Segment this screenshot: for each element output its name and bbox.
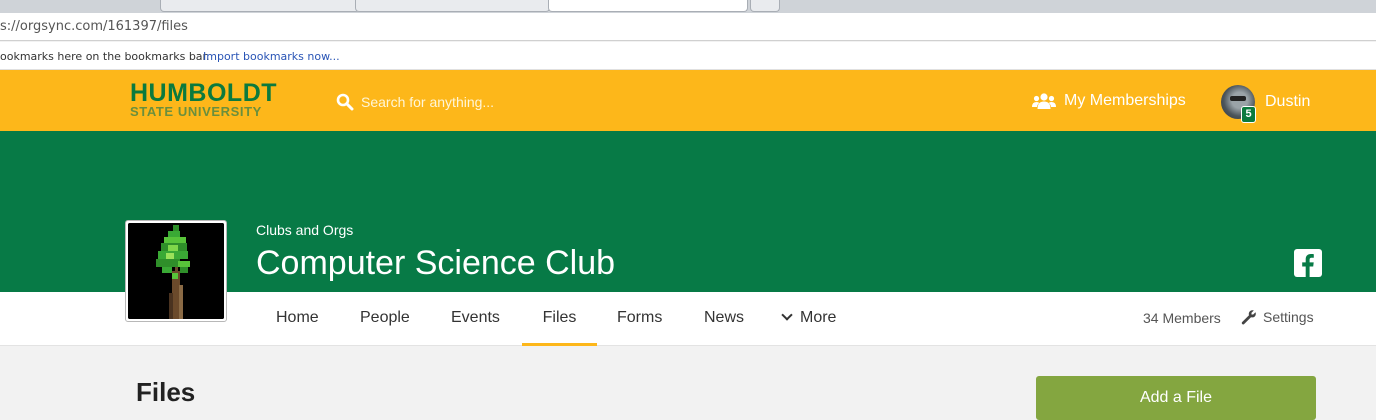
user-name[interactable]: Dustin bbox=[1265, 93, 1310, 111]
url-text[interactable]: s://orgsync.com/161397/files bbox=[0, 19, 188, 34]
settings-link[interactable]: Settings bbox=[1241, 309, 1314, 325]
org-profile-image[interactable] bbox=[125, 220, 227, 322]
tab-more[interactable]: More bbox=[781, 292, 837, 346]
wrench-icon bbox=[1241, 310, 1256, 325]
org-title: Computer Science Club bbox=[256, 244, 616, 282]
tab-people[interactable]: People bbox=[360, 292, 410, 346]
my-memberships-link[interactable]: My Memberships bbox=[1032, 90, 1186, 112]
org-image-canvas bbox=[128, 223, 224, 319]
tab-events[interactable]: Events bbox=[451, 292, 500, 346]
user-menu[interactable]: 5 Dustin bbox=[1221, 84, 1310, 123]
logo-line-1: HUMBOLDT bbox=[130, 79, 278, 107]
search-icon bbox=[336, 93, 354, 111]
search-box[interactable] bbox=[336, 91, 636, 113]
add-file-button[interactable]: Add a File bbox=[1036, 376, 1316, 420]
my-memberships-label: My Memberships bbox=[1064, 92, 1186, 109]
chevron-down-icon bbox=[781, 309, 793, 321]
members-count-link[interactable]: 34 Members bbox=[1143, 310, 1221, 326]
tab-forms[interactable]: Forms bbox=[617, 292, 662, 346]
facebook-icon bbox=[1302, 254, 1314, 277]
university-logo[interactable]: HUMBOLDT STATE UNIVERSITY bbox=[130, 81, 277, 119]
browser-tab[interactable] bbox=[160, 0, 360, 12]
facebook-button[interactable] bbox=[1294, 249, 1322, 277]
pixel-tree-image bbox=[128, 223, 224, 319]
tab-files[interactable]: Files bbox=[522, 292, 597, 346]
search-input[interactable] bbox=[361, 91, 631, 113]
logo-line-2: STATE UNIVERSITY bbox=[130, 104, 262, 119]
bookmarks-message: ookmarks here on the bookmarks bar. bbox=[0, 50, 210, 63]
tab-home[interactable]: Home bbox=[276, 292, 319, 346]
avatar[interactable]: 5 bbox=[1221, 85, 1256, 123]
top-navigation: HUMBOLDT STATE UNIVERSITY My Memberships… bbox=[0, 70, 1376, 131]
page-title: Files bbox=[136, 377, 196, 407]
bookmarks-bar: ookmarks here on the bookmarks bar. Impo… bbox=[0, 42, 1376, 70]
new-tab-button[interactable] bbox=[750, 0, 780, 12]
browser-tab-strip bbox=[0, 0, 1376, 13]
tab-more-label: More bbox=[800, 309, 837, 326]
tab-news[interactable]: News bbox=[704, 292, 744, 346]
browser-tab-active[interactable] bbox=[548, 0, 748, 12]
notification-badge[interactable]: 5 bbox=[1241, 106, 1256, 123]
import-bookmarks-link[interactable]: Import bookmarks now... bbox=[203, 50, 340, 63]
settings-label: Settings bbox=[1263, 309, 1314, 325]
address-bar[interactable]: s://orgsync.com/161397/files bbox=[0, 13, 1376, 41]
people-icon bbox=[1032, 93, 1056, 109]
org-category[interactable]: Clubs and Orgs bbox=[256, 222, 353, 238]
browser-tab[interactable] bbox=[355, 0, 550, 12]
avatar-sunglasses bbox=[1230, 96, 1246, 101]
